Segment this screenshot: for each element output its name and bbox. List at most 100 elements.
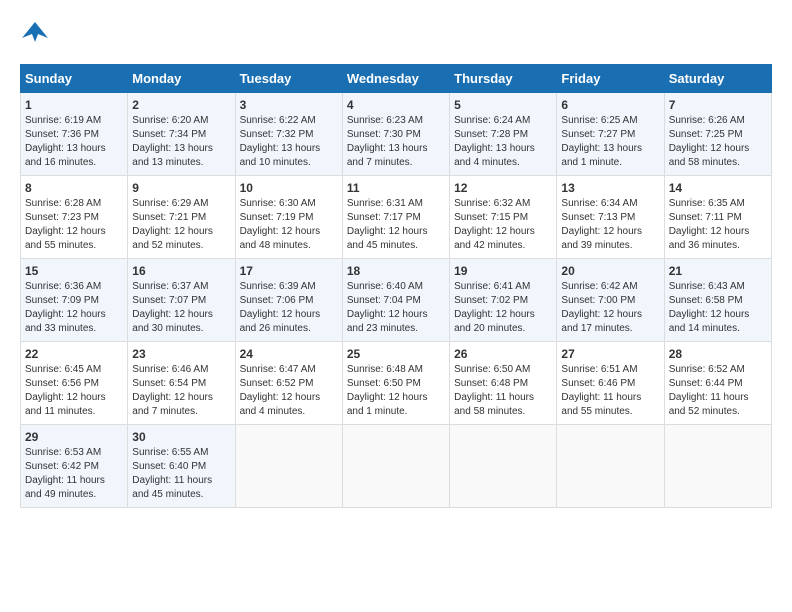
calendar-cell: 1Sunrise: 6:19 AM Sunset: 7:36 PM Daylig… xyxy=(21,93,128,176)
calendar-cell: 11 Sunrise: 6:31 AM Sunset: 7:17 PM Dayli… xyxy=(342,176,449,259)
day-number: 24 xyxy=(240,347,338,361)
calendar-cell: 28 Sunrise: 6:52 AM Sunset: 6:44 PM Dayli… xyxy=(664,342,771,425)
day-info: Sunrise: 6:24 AM Sunset: 7:28 PM Dayligh… xyxy=(454,114,552,170)
day-number: 30 xyxy=(132,430,230,444)
day-number: 14 xyxy=(669,181,767,195)
calendar-cell: 5 Sunrise: 6:24 AM Sunset: 7:28 PM Daylig… xyxy=(450,93,557,176)
page-header xyxy=(20,20,772,48)
logo xyxy=(20,20,54,48)
day-number: 11 xyxy=(347,181,445,195)
day-number: 2 xyxy=(132,98,230,112)
day-number: 7 xyxy=(669,98,767,112)
day-number: 9 xyxy=(132,181,230,195)
day-header-tuesday: Tuesday xyxy=(235,65,342,93)
day-number: 19 xyxy=(454,264,552,278)
calendar-table: SundayMondayTuesdayWednesdayThursdayFrid… xyxy=(20,64,772,508)
day-number: 3 xyxy=(240,98,338,112)
calendar-cell xyxy=(450,425,557,508)
day-info: Sunrise: 6:36 AM Sunset: 7:09 PM Dayligh… xyxy=(25,280,123,336)
day-number: 27 xyxy=(561,347,659,361)
calendar-cell: 22 Sunrise: 6:45 AM Sunset: 6:56 PM Dayli… xyxy=(21,342,128,425)
day-number: 22 xyxy=(25,347,123,361)
day-number: 1 xyxy=(25,98,123,112)
day-info: Sunrise: 6:35 AM Sunset: 7:11 PM Dayligh… xyxy=(669,197,767,253)
day-info: Sunrise: 6:52 AM Sunset: 6:44 PM Dayligh… xyxy=(669,363,767,419)
day-info: Sunrise: 6:32 AM Sunset: 7:15 PM Dayligh… xyxy=(454,197,552,253)
day-number: 25 xyxy=(347,347,445,361)
calendar-week-row: 8 Sunrise: 6:28 AM Sunset: 7:23 PM Daylig… xyxy=(21,176,772,259)
day-info: Sunrise: 6:28 AM Sunset: 7:23 PM Dayligh… xyxy=(25,197,123,253)
day-number: 10 xyxy=(240,181,338,195)
calendar-cell: 15 Sunrise: 6:36 AM Sunset: 7:09 PM Dayli… xyxy=(21,259,128,342)
day-info: Sunrise: 6:20 AM Sunset: 7:34 PM Dayligh… xyxy=(132,114,230,170)
day-number: 21 xyxy=(669,264,767,278)
day-info: Sunrise: 6:23 AM Sunset: 7:30 PM Dayligh… xyxy=(347,114,445,170)
calendar-cell: 20 Sunrise: 6:42 AM Sunset: 7:00 PM Dayli… xyxy=(557,259,664,342)
calendar-cell: 25 Sunrise: 6:48 AM Sunset: 6:50 PM Dayli… xyxy=(342,342,449,425)
day-info: Sunrise: 6:29 AM Sunset: 7:21 PM Dayligh… xyxy=(132,197,230,253)
day-number: 29 xyxy=(25,430,123,444)
day-info: Sunrise: 6:31 AM Sunset: 7:17 PM Dayligh… xyxy=(347,197,445,253)
calendar-cell: 18Sunrise: 6:40 AM Sunset: 7:04 PM Dayli… xyxy=(342,259,449,342)
calendar-cell: 4 Sunrise: 6:23 AM Sunset: 7:30 PM Daylig… xyxy=(342,93,449,176)
day-info: Sunrise: 6:53 AM Sunset: 6:42 PM Dayligh… xyxy=(25,446,123,502)
day-header-friday: Friday xyxy=(557,65,664,93)
day-info: Sunrise: 6:22 AM Sunset: 7:32 PM Dayligh… xyxy=(240,114,338,170)
day-number: 6 xyxy=(561,98,659,112)
day-info: Sunrise: 6:55 AM Sunset: 6:40 PM Dayligh… xyxy=(132,446,230,502)
calendar-cell: 24 Sunrise: 6:47 AM Sunset: 6:52 PM Dayli… xyxy=(235,342,342,425)
calendar-cell: 21 Sunrise: 6:43 AM Sunset: 6:58 PM Dayli… xyxy=(664,259,771,342)
day-number: 28 xyxy=(669,347,767,361)
day-info: Sunrise: 6:42 AM Sunset: 7:00 PM Dayligh… xyxy=(561,280,659,336)
day-info: Sunrise: 6:34 AM Sunset: 7:13 PM Dayligh… xyxy=(561,197,659,253)
calendar-week-row: 15 Sunrise: 6:36 AM Sunset: 7:09 PM Dayli… xyxy=(21,259,772,342)
calendar-cell: 29 Sunrise: 6:53 AM Sunset: 6:42 PM Dayli… xyxy=(21,425,128,508)
calendar-header-row: SundayMondayTuesdayWednesdayThursdayFrid… xyxy=(21,65,772,93)
logo-icon xyxy=(20,20,50,48)
day-number: 12 xyxy=(454,181,552,195)
day-info: Sunrise: 6:30 AM Sunset: 7:19 PM Dayligh… xyxy=(240,197,338,253)
calendar-cell: 13 Sunrise: 6:34 AM Sunset: 7:13 PM Dayli… xyxy=(557,176,664,259)
calendar-cell xyxy=(342,425,449,508)
day-info: Sunrise: 6:26 AM Sunset: 7:25 PM Dayligh… xyxy=(669,114,767,170)
day-number: 13 xyxy=(561,181,659,195)
day-number: 18 xyxy=(347,264,445,278)
calendar-cell: 17 Sunrise: 6:39 AM Sunset: 7:06 PM Dayli… xyxy=(235,259,342,342)
calendar-cell: 3 Sunrise: 6:22 AM Sunset: 7:32 PM Daylig… xyxy=(235,93,342,176)
calendar-cell xyxy=(557,425,664,508)
day-number: 5 xyxy=(454,98,552,112)
day-info: Sunrise: 6:47 AM Sunset: 6:52 PM Dayligh… xyxy=(240,363,338,419)
calendar-cell: 16Sunrise: 6:37 AM Sunset: 7:07 PM Dayli… xyxy=(128,259,235,342)
calendar-cell: 6 Sunrise: 6:25 AM Sunset: 7:27 PM Daylig… xyxy=(557,93,664,176)
calendar-cell: 12 Sunrise: 6:32 AM Sunset: 7:15 PM Dayli… xyxy=(450,176,557,259)
calendar-cell: 23 Sunrise: 6:46 AM Sunset: 6:54 PM Dayli… xyxy=(128,342,235,425)
calendar-cell: 14 Sunrise: 6:35 AM Sunset: 7:11 PM Dayli… xyxy=(664,176,771,259)
day-number: 8 xyxy=(25,181,123,195)
day-info: Sunrise: 6:37 AM Sunset: 7:07 PM Dayligh… xyxy=(132,280,230,336)
day-info: Sunrise: 6:39 AM Sunset: 7:06 PM Dayligh… xyxy=(240,280,338,336)
calendar-cell xyxy=(664,425,771,508)
day-info: Sunrise: 6:48 AM Sunset: 6:50 PM Dayligh… xyxy=(347,363,445,419)
day-number: 23 xyxy=(132,347,230,361)
day-info: Sunrise: 6:25 AM Sunset: 7:27 PM Dayligh… xyxy=(561,114,659,170)
calendar-week-row: 1Sunrise: 6:19 AM Sunset: 7:36 PM Daylig… xyxy=(21,93,772,176)
day-number: 15 xyxy=(25,264,123,278)
calendar-cell: 27Sunrise: 6:51 AM Sunset: 6:46 PM Dayli… xyxy=(557,342,664,425)
calendar-cell xyxy=(235,425,342,508)
day-number: 20 xyxy=(561,264,659,278)
day-info: Sunrise: 6:46 AM Sunset: 6:54 PM Dayligh… xyxy=(132,363,230,419)
day-header-monday: Monday xyxy=(128,65,235,93)
day-number: 4 xyxy=(347,98,445,112)
calendar-cell: 9 Sunrise: 6:29 AM Sunset: 7:21 PM Daylig… xyxy=(128,176,235,259)
calendar-cell: 19Sunrise: 6:41 AM Sunset: 7:02 PM Dayli… xyxy=(450,259,557,342)
day-info: Sunrise: 6:50 AM Sunset: 6:48 PM Dayligh… xyxy=(454,363,552,419)
day-info: Sunrise: 6:43 AM Sunset: 6:58 PM Dayligh… xyxy=(669,280,767,336)
calendar-cell: 2 Sunrise: 6:20 AM Sunset: 7:34 PM Daylig… xyxy=(128,93,235,176)
day-number: 26 xyxy=(454,347,552,361)
calendar-cell: 7 Sunrise: 6:26 AM Sunset: 7:25 PM Daylig… xyxy=(664,93,771,176)
day-header-thursday: Thursday xyxy=(450,65,557,93)
day-header-saturday: Saturday xyxy=(664,65,771,93)
calendar-cell: 30 Sunrise: 6:55 AM Sunset: 6:40 PM Dayli… xyxy=(128,425,235,508)
day-info: Sunrise: 6:45 AM Sunset: 6:56 PM Dayligh… xyxy=(25,363,123,419)
day-number: 17 xyxy=(240,264,338,278)
